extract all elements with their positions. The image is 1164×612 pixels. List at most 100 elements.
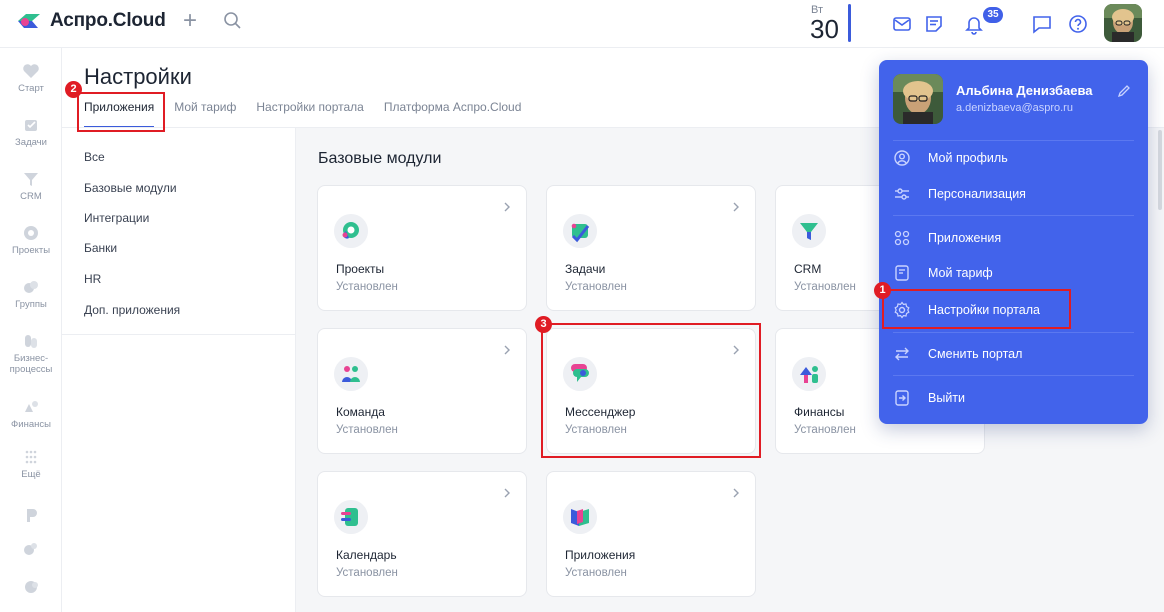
sidebar-item-more[interactable]: Ещё xyxy=(0,448,62,480)
projects-icon xyxy=(24,226,38,240)
category-integrations[interactable]: Интеграции xyxy=(84,211,149,225)
module-card-messenger[interactable]: Мессенджер Установлен xyxy=(546,328,756,454)
category-all[interactable]: Все xyxy=(84,150,105,164)
funnel-icon xyxy=(24,173,38,186)
avatar-photo xyxy=(893,74,943,124)
card-status: Установлен xyxy=(565,281,627,293)
tasks-icon xyxy=(25,120,37,131)
module-card-tasks[interactable]: Задачи Установлен xyxy=(546,185,756,311)
sidebar-item-crm[interactable]: CRM xyxy=(0,170,62,202)
sidebar-extra-1[interactable] xyxy=(0,506,62,524)
card-status: Установлен xyxy=(794,281,856,293)
sidebar-item-start[interactable]: Старт xyxy=(0,62,62,94)
card-name: CRM xyxy=(794,262,822,276)
marker-3: 3 xyxy=(535,316,552,333)
dots-grid-icon xyxy=(25,450,37,464)
category-banks[interactable]: Банки xyxy=(84,241,117,255)
apps-grid-icon xyxy=(894,230,910,246)
module-card-projects[interactable]: Проекты Установлен xyxy=(317,185,527,311)
chat-bubble-icon xyxy=(25,581,38,593)
menu-item-switch-portal[interactable]: Сменить портал xyxy=(893,341,1134,367)
app-extra-icon xyxy=(27,509,37,522)
profile-avatar xyxy=(893,74,943,124)
card-name: Проекты xyxy=(336,262,385,276)
scrollbar[interactable] xyxy=(1158,130,1162,210)
profile-name: Альбина Денизбаева xyxy=(956,83,1093,98)
category-extra-apps[interactable]: Доп. приложения xyxy=(84,303,180,317)
notification-badge: 35 xyxy=(983,7,1003,23)
crm-module-icon xyxy=(792,214,826,248)
menu-item-portal-settings[interactable]: Настройки портала xyxy=(893,297,1134,323)
module-card-apps[interactable]: Приложения Установлен xyxy=(546,471,756,597)
menu-item-logout[interactable]: Выйти xyxy=(893,385,1134,411)
pencil-icon[interactable] xyxy=(1117,84,1131,98)
avatar-photo xyxy=(1104,4,1142,42)
apps-module-icon xyxy=(563,500,597,534)
settings-tabs: Приложения Мой тариф Настройки портала П… xyxy=(84,100,541,128)
date-widget[interactable]: Вт 30 xyxy=(810,2,850,44)
mail-icon[interactable] xyxy=(890,12,914,36)
tab-apps[interactable]: Приложения xyxy=(84,100,155,128)
help-icon[interactable] xyxy=(1066,12,1090,36)
logo-icon xyxy=(18,14,40,28)
sidebar-extra-2[interactable] xyxy=(0,540,62,558)
projects-module-icon xyxy=(334,214,368,248)
sidebar-item-tasks[interactable]: Задачи xyxy=(0,116,62,148)
menu-divider xyxy=(893,140,1134,141)
notes-icon[interactable] xyxy=(922,12,946,36)
heart-icon xyxy=(23,64,39,78)
module-card-team[interactable]: Команда Установлен xyxy=(317,328,527,454)
card-name: Команда xyxy=(336,405,385,419)
sliders-icon xyxy=(895,188,909,200)
swap-icon xyxy=(895,347,909,361)
profile-email: a.denizbaeva@aspro.ru xyxy=(956,102,1073,114)
sidebar-extra-3[interactable] xyxy=(0,578,62,596)
chevron-right-icon xyxy=(504,488,510,498)
process-icon xyxy=(25,335,37,348)
category-base-modules[interactable]: Базовые модули xyxy=(84,181,177,195)
sidebar-item-business-processes[interactable]: Бизнес-процессы xyxy=(0,332,62,375)
card-name: Приложения xyxy=(565,548,636,562)
user-avatar[interactable] xyxy=(1104,4,1142,42)
menu-divider xyxy=(893,215,1134,216)
add-icon[interactable]: + xyxy=(183,9,197,33)
menu-item-my-profile[interactable]: Мой профиль xyxy=(893,145,1134,171)
puzzle-icon xyxy=(24,543,37,555)
menu-item-personalization[interactable]: Персонализация xyxy=(893,181,1134,207)
card-status: Установлен xyxy=(336,567,398,579)
marker-2: 2 xyxy=(65,81,82,98)
chevron-right-icon xyxy=(504,202,510,212)
app-logo[interactable]: Аспро.Cloud xyxy=(16,10,166,32)
card-status: Установлен xyxy=(565,424,627,436)
menu-item-apps[interactable]: Приложения xyxy=(893,225,1134,251)
category-divider xyxy=(62,334,295,335)
category-hr[interactable]: HR xyxy=(84,272,101,286)
app-name: Аспро.Cloud xyxy=(50,10,166,31)
team-module-icon xyxy=(334,357,368,391)
sidebar: Старт Задачи CRM Проекты Группы Бизнес-п… xyxy=(0,48,62,612)
marker-1: 1 xyxy=(874,282,891,299)
card-status: Установлен xyxy=(794,424,856,436)
chevron-right-icon xyxy=(504,345,510,355)
module-card-calendar[interactable]: Календарь Установлен xyxy=(317,471,527,597)
calendar-module-icon xyxy=(334,500,368,534)
sidebar-item-projects[interactable]: Проекты xyxy=(0,224,62,256)
groups-icon xyxy=(24,281,38,293)
card-name: Календарь xyxy=(336,548,397,562)
section-title: Базовые модули xyxy=(318,150,442,167)
menu-item-my-plan[interactable]: Мой тариф xyxy=(893,260,1134,286)
tab-portal-settings[interactable]: Настройки портала xyxy=(256,100,363,128)
sidebar-item-finance[interactable]: Финансы xyxy=(0,398,62,430)
top-bar: Аспро.Cloud + Вт 30 35 xyxy=(0,0,1164,48)
sidebar-item-groups[interactable]: Группы xyxy=(0,278,62,310)
card-status: Установлен xyxy=(336,424,398,436)
tab-platform[interactable]: Платформа Аспро.Cloud xyxy=(384,100,522,128)
card-name: Мессенджер xyxy=(565,405,636,419)
search-icon[interactable] xyxy=(222,10,244,32)
tasks-module-icon xyxy=(563,214,597,248)
date-divider xyxy=(848,4,851,42)
tab-my-plan[interactable]: Мой тариф xyxy=(174,100,236,128)
page-title: Настройки xyxy=(84,64,192,89)
card-name: Задачи xyxy=(565,262,606,276)
chat-icon[interactable] xyxy=(1030,12,1054,36)
